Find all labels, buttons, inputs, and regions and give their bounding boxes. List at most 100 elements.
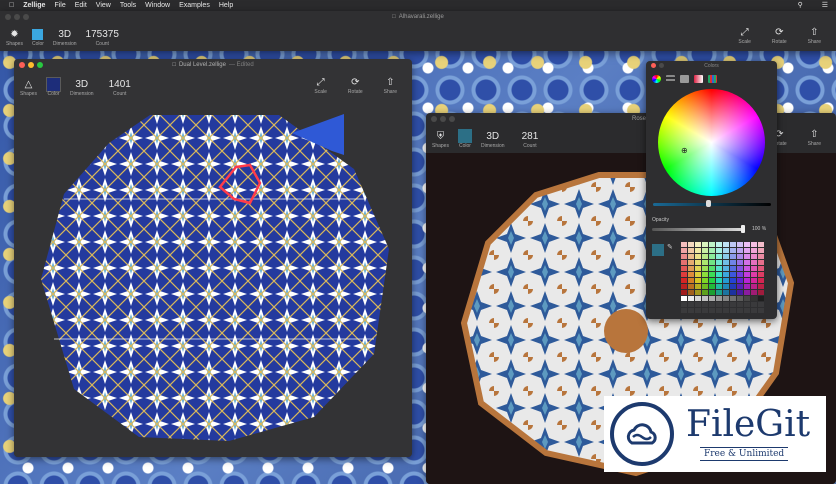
color-swatch-cell[interactable] xyxy=(702,248,708,253)
color-swatch-cell[interactable] xyxy=(758,242,764,247)
color-tool[interactable]: Color xyxy=(457,129,472,151)
color-swatch-cell[interactable] xyxy=(751,278,757,283)
share-button[interactable]: ⇧ Share xyxy=(808,127,821,149)
menu-window[interactable]: Window xyxy=(145,2,170,9)
dimension-tool[interactable]: 3D Dimension xyxy=(70,77,94,99)
color-swatch-cell[interactable] xyxy=(737,266,743,271)
dimension-tool[interactable]: 3D Dimension xyxy=(53,27,77,49)
menu-edit[interactable]: Edit xyxy=(75,2,87,9)
color-swatch-cell[interactable] xyxy=(709,296,715,301)
color-swatch-cell[interactable] xyxy=(751,296,757,301)
color-swatch-cell[interactable] xyxy=(744,278,750,283)
color-swatch-cell[interactable] xyxy=(744,260,750,265)
color-swatch-cell[interactable] xyxy=(744,284,750,289)
color-swatch-cell[interactable] xyxy=(702,242,708,247)
color-swatch-cell[interactable] xyxy=(730,296,736,301)
color-swatch-cell[interactable] xyxy=(723,284,729,289)
color-swatch-cell[interactable] xyxy=(695,260,701,265)
color-swatch-cell[interactable] xyxy=(702,272,708,277)
color-tool[interactable]: Color xyxy=(45,76,61,99)
color-swatch-cell[interactable] xyxy=(702,308,708,313)
color-swatch-cell[interactable] xyxy=(681,290,687,295)
image-palettes-tab-icon[interactable] xyxy=(694,75,703,83)
color-swatch-cell[interactable] xyxy=(758,308,764,313)
color-swatch-cell[interactable] xyxy=(723,290,729,295)
color-swatch-cell[interactable] xyxy=(688,296,694,301)
color-swatch-cell[interactable] xyxy=(716,284,722,289)
color-swatch-cell[interactable] xyxy=(737,290,743,295)
color-swatch-cell[interactable] xyxy=(758,290,764,295)
search-icon[interactable]: ⚲ xyxy=(798,1,803,9)
color-swatch-cell[interactable] xyxy=(695,254,701,259)
color-wheel[interactable] xyxy=(658,89,765,196)
color-swatch-cell[interactable] xyxy=(744,308,750,313)
color-swatch-cell[interactable] xyxy=(744,266,750,271)
scale-button[interactable]: ⤢ Scale xyxy=(738,25,751,47)
menu-app[interactable]: Zellige xyxy=(23,2,45,9)
menu-view[interactable]: View xyxy=(96,2,111,9)
color-swatch-cell[interactable] xyxy=(723,248,729,253)
color-swatch-cell[interactable] xyxy=(737,272,743,277)
color-swatch-cell[interactable] xyxy=(758,302,764,307)
color-swatch-cell[interactable] xyxy=(737,248,743,253)
color-swatch-cell[interactable] xyxy=(681,242,687,247)
color-swatch-cell[interactable] xyxy=(730,260,736,265)
color-swatch-cell[interactable] xyxy=(688,278,694,283)
color-swatch-cell[interactable] xyxy=(751,308,757,313)
share-button[interactable]: ⇧ Share xyxy=(384,75,397,97)
color-swatch-cell[interactable] xyxy=(758,278,764,283)
color-swatch-cell[interactable] xyxy=(702,290,708,295)
color-swatch-cell[interactable] xyxy=(709,260,715,265)
color-swatch-cell[interactable] xyxy=(688,308,694,313)
color-swatch-cell[interactable] xyxy=(751,290,757,295)
color-swatch-cell[interactable] xyxy=(695,248,701,253)
color-swatch-cell[interactable] xyxy=(744,272,750,277)
color-swatch-cell[interactable] xyxy=(681,308,687,313)
shapes-tool[interactable]: △ Shapes xyxy=(20,77,37,99)
brightness-slider[interactable] xyxy=(653,203,771,206)
minimize-button[interactable] xyxy=(440,116,446,122)
apple-icon[interactable]:  xyxy=(9,2,14,9)
color-swatch-cell[interactable] xyxy=(716,290,722,295)
menu-examples[interactable]: Examples xyxy=(179,2,210,9)
color-swatch-cell[interactable] xyxy=(716,302,722,307)
color-swatch-cell[interactable] xyxy=(751,284,757,289)
zoom-button[interactable] xyxy=(37,62,43,68)
color-swatch-cell[interactable] xyxy=(695,284,701,289)
color-swatch-cell[interactable] xyxy=(723,266,729,271)
color-swatch-cell[interactable] xyxy=(758,272,764,277)
minimize-button[interactable] xyxy=(28,62,34,68)
current-color-well[interactable] xyxy=(652,244,664,256)
close-button[interactable] xyxy=(19,62,25,68)
color-swatch-cell[interactable] xyxy=(702,302,708,307)
color-swatch-cell[interactable] xyxy=(716,254,722,259)
color-swatch-cell[interactable] xyxy=(702,266,708,271)
eyedropper-icon[interactable]: ✎ xyxy=(667,243,673,251)
color-wheel-tab-icon[interactable] xyxy=(652,75,661,83)
menu-list-icon[interactable]: ☰ xyxy=(822,1,828,9)
color-swatch-cell[interactable] xyxy=(723,296,729,301)
color-swatch-cell[interactable] xyxy=(681,296,687,301)
color-swatch-cell[interactable] xyxy=(702,278,708,283)
color-swatch-cell[interactable] xyxy=(681,260,687,265)
color-swatch-cell[interactable] xyxy=(751,248,757,253)
color-swatch-cell[interactable] xyxy=(688,272,694,277)
color-swatch-cell[interactable] xyxy=(688,284,694,289)
color-swatch-cell[interactable] xyxy=(681,278,687,283)
color-swatch-cell[interactable] xyxy=(758,284,764,289)
shapes-tool[interactable]: ⛨ Shapes xyxy=(432,129,449,151)
color-swatch-cell[interactable] xyxy=(709,254,715,259)
color-swatch-cell[interactable] xyxy=(737,308,743,313)
color-swatch-cell[interactable] xyxy=(744,242,750,247)
shapes-tool[interactable]: ✹ Shapes xyxy=(6,27,23,49)
sliders-tab-icon[interactable] xyxy=(666,75,675,83)
scale-button[interactable]: ⤢ Scale xyxy=(314,75,327,97)
color-swatch-cell[interactable] xyxy=(695,242,701,247)
minimize-button[interactable] xyxy=(14,14,20,20)
color-swatch-cell[interactable] xyxy=(716,260,722,265)
color-swatch-cell[interactable] xyxy=(695,278,701,283)
color-swatch-cell[interactable] xyxy=(744,290,750,295)
color-swatch-cell[interactable] xyxy=(737,302,743,307)
color-swatch-cell[interactable] xyxy=(751,266,757,271)
palettes-tab-icon[interactable] xyxy=(680,75,689,83)
